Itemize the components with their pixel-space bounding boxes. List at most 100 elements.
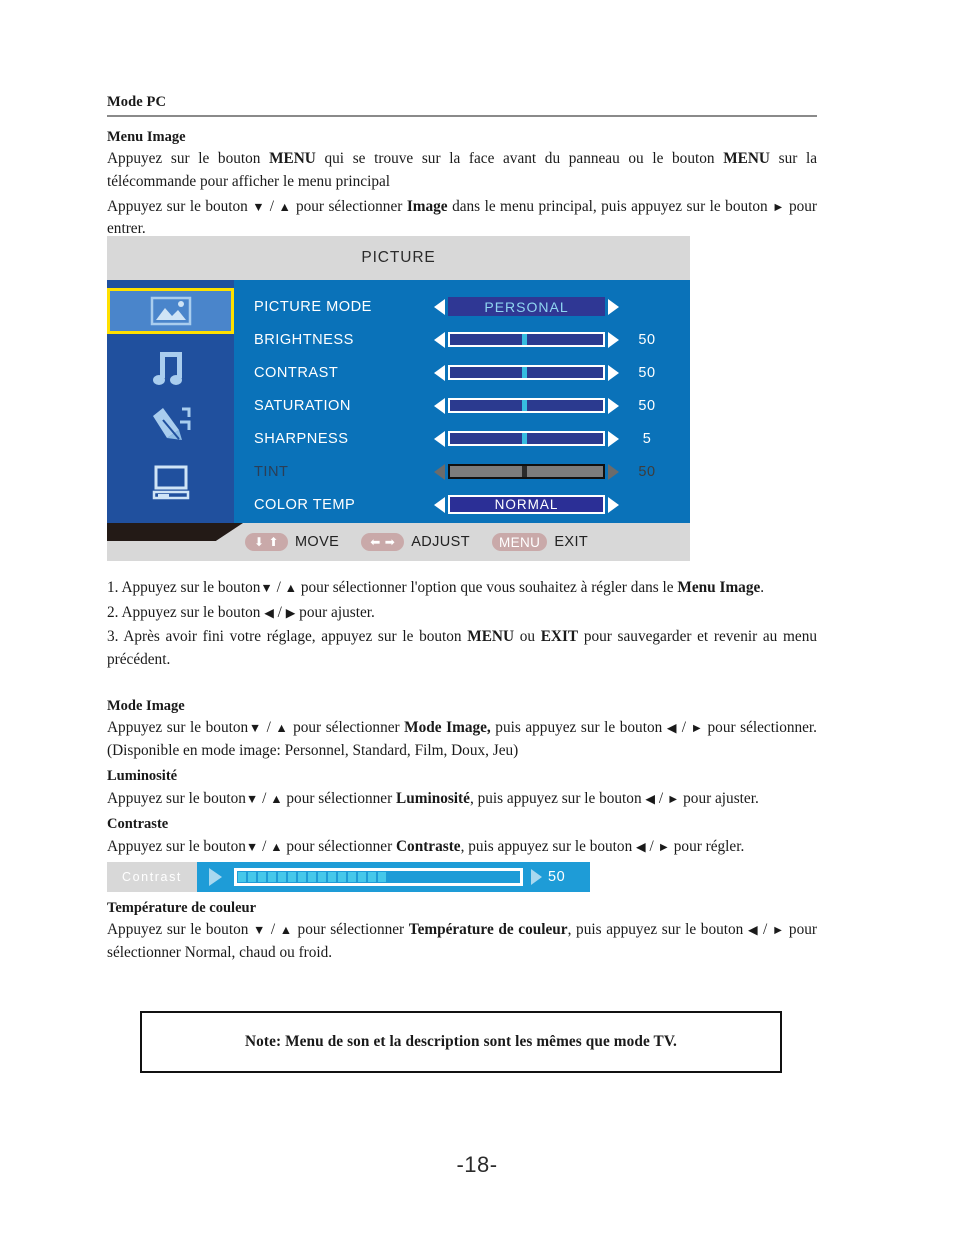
sidebar-item-picture[interactable] [107,288,234,334]
contrast-segment [368,872,376,882]
intro-paragraph-2: Appuyez sur le bouton ▼ / ▲ pour sélecti… [107,197,818,238]
osd-row-value: 50 [638,364,656,381]
osd-slider-control[interactable] [434,430,619,447]
osd-option-control[interactable]: PERSONAL [434,297,619,316]
osd-slider-thumb[interactable] [521,433,527,444]
pen-setup-icon [149,406,193,444]
osd-slider-thumb[interactable] [521,367,527,378]
osd-footer: ⬇ ⬆ MOVE ⬅ ➡ ADJUST MENU EXIT [107,523,690,561]
arrow-right-icon[interactable] [608,430,619,447]
osd-row-contrast[interactable]: CONTRAST 50 [234,356,690,389]
step-2: 2. Appuyez sur le bouton ◀ / ▶ pour ajus… [107,603,375,621]
menu-key-icon: MENU [491,533,548,551]
osd-slider-control[interactable] [434,397,619,414]
arrow-left-icon[interactable] [434,364,445,381]
arrow-left-icon[interactable] [434,298,445,315]
arrow-right-icon[interactable] [608,331,619,348]
step-1: 1. Appuyez sur le bouton▼ / ▲ pour sélec… [107,579,765,596]
contrast-segment [248,872,256,882]
osd-row-label: PICTURE MODE [254,298,372,315]
intro-paragraph-1: Appuyez sur le bouton MENU qui se trouve… [107,150,818,190]
osd-slider-thumb[interactable] [521,334,527,345]
sidebar-item-setup[interactable] [107,402,234,448]
osd-slider-control[interactable] [434,331,619,348]
osd-row-label: SHARPNESS [254,430,349,447]
osd-slider-track[interactable] [448,431,605,446]
footer-action-move[interactable]: ⬇ ⬆ MOVE [245,533,339,551]
arrow-left-icon[interactable] [434,430,445,447]
footer-action-label: MOVE [294,534,340,550]
section-heading-menu-image: Menu Image [107,128,186,145]
luminosite-paragraph: Appuyez sur le bouton▼ / ▲ pour sélectio… [107,789,759,807]
contraste-paragraph: Appuyez sur le bouton▼ / ▲ pour sélectio… [107,837,745,855]
note-text: Note: Menu de son et la description sont… [245,1033,677,1050]
section-heading-temperature: Température de couleur [107,900,257,916]
contrast-segment [258,872,266,882]
arrow-left-icon[interactable] [434,496,445,513]
temperature-paragraph: Appuyez sur le bouton ▼ / ▲ pour sélecti… [107,921,817,962]
sidebar-item-sound[interactable] [107,346,234,392]
contrast-segment [278,872,286,882]
osd-picture-menu: PICTURE PICTURE MODE PERSONAL BRIGHTNESS… [107,236,690,561]
osd-row-brightness[interactable]: BRIGHTNESS 50 [234,323,690,356]
arrow-right-icon[interactable] [608,496,619,513]
contrast-slider-widget[interactable]: Contrast 50 [107,862,590,892]
sidebar-item-screen[interactable] [107,460,234,506]
osd-title: PICTURE [361,249,436,266]
footer-action-label: ADJUST [411,534,470,550]
music-note-icon [152,350,189,388]
osd-row-saturation[interactable]: SATURATION 50 [234,389,690,422]
osd-rows: PICTURE MODE PERSONAL BRIGHTNESS 50 CONT… [234,280,690,523]
osd-option-value: PERSONAL [448,297,605,316]
osd-row-tint: TINT 50 [234,455,690,488]
section-heading-mode-image: Mode Image [107,697,185,714]
contrast-segment [318,872,326,882]
footer-action-exit[interactable]: MENU EXIT [491,533,589,551]
arrow-right-icon[interactable] [608,298,619,315]
arrow-left-icon [434,463,445,480]
osd-slider-track[interactable] [448,365,605,380]
mode-image-paragraph: Appuyez sur le bouton▼ / ▲ pour sélectio… [107,718,818,759]
osd-slider-thumb[interactable] [521,400,527,411]
osd-row-color-temp[interactable]: COLOR TEMP NORMAL [234,488,690,521]
osd-row-label: CONTRAST [254,364,339,381]
contrast-segment [238,872,246,882]
osd-row-sharpness[interactable]: SHARPNESS 5 [234,422,690,455]
osd-row-value: 50 [638,463,656,480]
contrast-segment [358,872,366,882]
note-box: Note: Menu de son et la description sont… [140,1011,782,1073]
osd-slider-thumb [521,466,527,477]
arrow-right-icon[interactable] [608,397,619,414]
arrow-right-icon[interactable] [209,868,222,886]
footer-notch-decoration [107,523,243,541]
arrow-left-icon[interactable] [434,397,445,414]
contrast-segment [298,872,306,882]
osd-slider-control[interactable] [434,364,619,381]
footer-action-label: EXIT [554,534,589,550]
osd-slider-track[interactable] [448,398,605,413]
arrow-left-icon[interactable] [434,331,445,348]
contrast-segment [288,872,296,882]
osd-sidebar [107,280,234,523]
title-divider [107,114,817,117]
contrast-widget-value: 50 [548,869,566,885]
osd-option-control[interactable]: NORMAL [434,495,619,514]
contrast-segment [338,872,346,882]
osd-row-picture-mode[interactable]: PICTURE MODE PERSONAL [234,290,690,323]
osd-option-value: NORMAL [448,495,605,514]
arrow-right-icon[interactable] [531,869,542,885]
contrast-widget-track[interactable] [234,868,523,886]
contrast-segment [328,872,336,882]
osd-row-label: COLOR TEMP [254,496,356,513]
osd-row-label: BRIGHTNESS [254,331,354,348]
osd-row-label: TINT [254,463,289,480]
osd-body: PICTURE MODE PERSONAL BRIGHTNESS 50 CONT… [107,280,690,523]
contrast-segment [308,872,316,882]
arrow-right-icon[interactable] [608,364,619,381]
footer-action-adjust[interactable]: ⬅ ➡ ADJUST [361,533,470,551]
up-down-arrows-icon: ⬇ ⬆ [245,533,288,551]
section-heading-luminosite: Luminosité [107,768,178,785]
page-number: -18- [456,1152,498,1177]
osd-slider-track[interactable] [448,332,605,347]
osd-row-label: SATURATION [254,397,351,414]
